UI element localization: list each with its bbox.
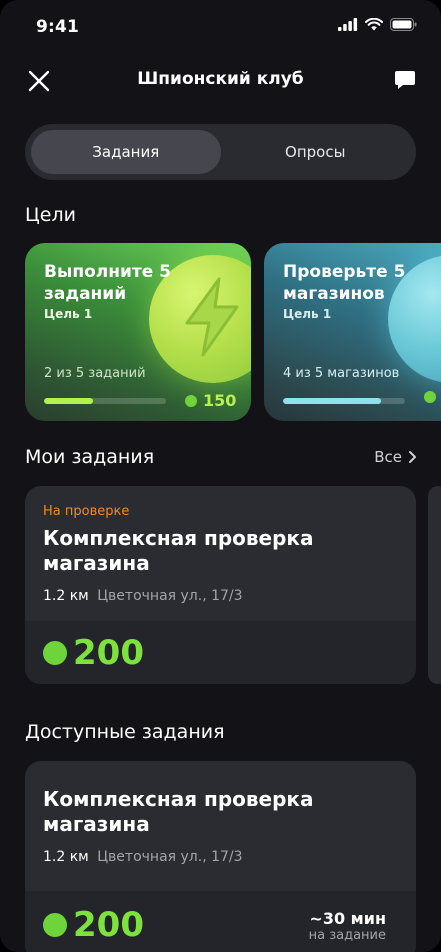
goal-progress-bar (44, 398, 166, 404)
task-address: Цветочная ул., 17/3 (97, 588, 243, 604)
goal-progress-bar (283, 398, 405, 404)
task-address: Цветочная ул., 17/3 (97, 849, 243, 865)
goal-progress-fill (44, 398, 93, 404)
nav-bar: Шпионский клуб (0, 56, 441, 104)
goal-reward: 150 (185, 391, 236, 410)
goal-card[interactable]: Проверьте 5 магазинов Цель 1 4 из 5 мага… (264, 243, 441, 421)
tab-surveys[interactable]: Опросы (221, 130, 411, 174)
status-time: 9:41 (36, 17, 80, 37)
available-tasks-title: Доступные задания (25, 721, 225, 743)
signal-icon (338, 18, 358, 31)
points-icon (43, 641, 67, 665)
see-all-link[interactable]: Все (374, 448, 417, 466)
chat-icon[interactable] (393, 68, 417, 92)
task-title: Комплексная проверка магазина (43, 787, 314, 836)
status-icons (338, 18, 417, 31)
goal-subtitle: Цель 1 (283, 307, 332, 321)
task-duration-value: ~30 мин (309, 909, 386, 928)
task-title: Комплексная проверка магазина (43, 526, 314, 575)
my-task-card[interactable]: На проверке Комплексная проверка магазин… (25, 486, 416, 684)
task-points-value: 200 (73, 905, 144, 945)
page-title: Шпионский клуб (137, 69, 304, 89)
goal-title: Выполните 5 заданий (44, 262, 171, 304)
goal-card[interactable]: Выполните 5 заданий Цель 1 2 из 5 задани… (25, 243, 251, 421)
task-points: 200 (43, 633, 144, 673)
task-duration: ~30 мин на задание (309, 909, 386, 943)
goal-progress-text: 2 из 5 заданий (44, 366, 146, 381)
app-screen: 9:41 Шпионский клуб Задания Опросы Цели … (0, 0, 441, 952)
segmented-control: Задания Опросы (25, 124, 416, 180)
status-bar: 9:41 (0, 0, 441, 56)
next-task-card-peek[interactable] (428, 486, 441, 684)
task-duration-caption: на задание (308, 928, 386, 943)
points-icon (43, 913, 67, 937)
goal-reward (424, 391, 436, 403)
task-distance: 1.2 км (43, 849, 89, 865)
task-footer: 200 ~30 мин на задание (25, 891, 416, 952)
task-location: 1.2 км Цветочная ул., 17/3 (43, 588, 243, 604)
task-points-value: 200 (73, 633, 144, 673)
my-tasks-title: Мои задания (25, 446, 155, 468)
goal-subtitle: Цель 1 (44, 307, 93, 321)
goals-section-title: Цели (25, 204, 76, 226)
goal-title: Проверьте 5 магазинов (283, 262, 406, 304)
see-all-label: Все (374, 448, 402, 466)
goal-progress-text: 4 из 5 магазинов (283, 366, 400, 381)
task-location: 1.2 км Цветочная ул., 17/3 (43, 849, 243, 865)
tab-tasks[interactable]: Задания (31, 130, 221, 174)
task-status-badge: На проверке (43, 504, 130, 519)
goal-progress-fill (283, 398, 381, 404)
available-task-card[interactable]: Комплексная проверка магазина 1.2 км Цве… (25, 761, 416, 952)
task-distance: 1.2 км (43, 588, 89, 604)
task-footer: 200 (25, 621, 416, 684)
battery-icon (390, 18, 417, 31)
points-icon (424, 391, 436, 403)
chevron-right-icon (409, 451, 416, 463)
points-icon (185, 394, 197, 407)
goal-reward-value: 150 (203, 391, 237, 410)
task-points: 200 (43, 905, 144, 945)
wifi-icon (365, 18, 383, 31)
